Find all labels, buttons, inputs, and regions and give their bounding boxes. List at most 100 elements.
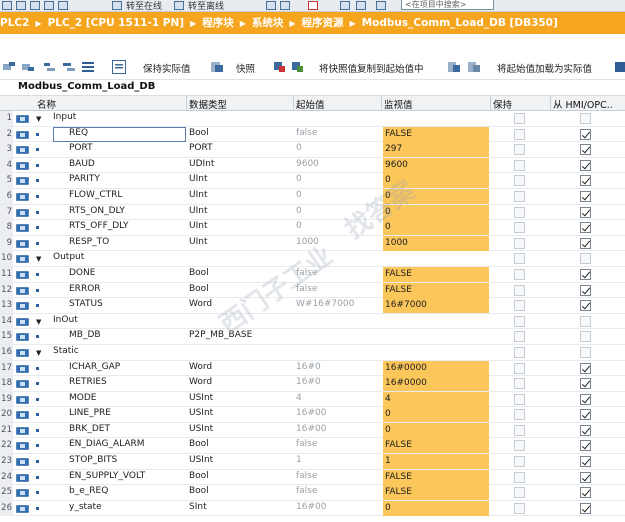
row-start-value[interactable]: false xyxy=(296,486,317,496)
hmi-accessible-checkbox[interactable] xyxy=(580,346,591,358)
hmi-accessible-checkbox[interactable] xyxy=(580,487,591,499)
row-name[interactable]: STATUS xyxy=(69,299,103,309)
retain-checkbox[interactable] xyxy=(514,175,525,187)
row-monitor-value[interactable]: 16#0000 xyxy=(383,376,489,392)
breadcrumb-item-system-blocks[interactable]: 系统块 xyxy=(252,12,284,34)
row-data-type[interactable]: UInt xyxy=(189,206,207,216)
row-monitor-value[interactable] xyxy=(383,329,489,344)
table-row[interactable]: 21 BRK_DET USInt 16#00 0 xyxy=(0,422,625,439)
project-search-input[interactable]: <在项目中搜索> xyxy=(401,0,494,10)
row-name[interactable]: PORT xyxy=(69,143,93,153)
row-start-value[interactable]: 16#0 xyxy=(296,377,321,387)
copy-snapshot-start-icon[interactable] xyxy=(292,62,304,72)
compile-icon[interactable] xyxy=(30,1,40,10)
row-name[interactable]: ICHAR_GAP xyxy=(69,362,120,372)
row-data-type[interactable]: UInt xyxy=(189,221,207,231)
row-data-type[interactable]: Bool xyxy=(189,128,209,138)
table-row[interactable]: 1 ▼ Input xyxy=(0,111,625,127)
row-data-type[interactable]: USInt xyxy=(189,424,213,434)
breadcrumb-item-program-resources[interactable]: 程序资源 xyxy=(302,12,344,34)
row-data-type[interactable]: USInt xyxy=(189,455,213,465)
retain-checkbox[interactable] xyxy=(514,440,525,452)
row-data-type[interactable]: UInt xyxy=(189,174,207,184)
row-start-value[interactable]: 1000 xyxy=(296,237,319,247)
row-monitor-value[interactable]: 0 xyxy=(383,188,489,204)
load-icon[interactable] xyxy=(615,62,625,72)
row-start-value[interactable]: W#16#7000 xyxy=(296,299,354,309)
retain-checkbox[interactable] xyxy=(514,128,525,140)
hmi-accessible-checkbox[interactable] xyxy=(580,222,591,234)
snapshot-button[interactable]: 快照 xyxy=(236,61,255,75)
hmi-accessible-checkbox[interactable] xyxy=(580,268,591,280)
row-start-value[interactable]: 0 xyxy=(296,174,302,184)
row-name[interactable]: Static xyxy=(53,346,79,356)
row-data-type[interactable]: UInt xyxy=(189,190,207,200)
list-view-icon[interactable] xyxy=(82,62,94,72)
col-divider[interactable] xyxy=(490,96,491,111)
split-editor-icon[interactable] xyxy=(340,1,350,10)
row-name[interactable]: RTS_OFF_DLY xyxy=(69,221,129,231)
row-monitor-value[interactable]: 16#7000 xyxy=(383,298,489,314)
retain-checkbox[interactable] xyxy=(514,502,525,514)
row-monitor-value[interactable]: 4 xyxy=(383,391,489,407)
row-monitor-value[interactable] xyxy=(383,314,489,329)
retain-checkbox[interactable] xyxy=(514,206,525,218)
table-row[interactable]: 9 RESP_TO UInt 1000 1000 xyxy=(0,235,625,252)
row-monitor-value[interactable]: FALSE xyxy=(383,282,489,298)
row-monitor-value[interactable]: 1 xyxy=(383,454,489,470)
row-monitor-value[interactable] xyxy=(383,111,489,126)
row-name[interactable]: RTS_ON_DLY xyxy=(69,206,125,216)
go-offline-button[interactable]: 转至离线 xyxy=(188,0,224,11)
row-data-type[interactable]: Bool xyxy=(189,284,209,294)
hmi-accessible-checkbox[interactable] xyxy=(580,424,591,436)
table-row[interactable]: 19 MODE USInt 4 4 xyxy=(0,391,625,408)
row-start-value[interactable]: 0 xyxy=(296,143,302,153)
retain-checkbox[interactable] xyxy=(514,424,525,436)
row-monitor-value[interactable]: 297 xyxy=(383,142,489,158)
go-offline-icon[interactable] xyxy=(174,1,184,10)
hmi-accessible-checkbox[interactable] xyxy=(580,502,591,514)
row-start-value[interactable]: false xyxy=(296,284,317,294)
row-start-value[interactable]: false xyxy=(296,471,317,481)
collapse-triangle-icon[interactable]: ▼ xyxy=(36,349,41,357)
hmi-accessible-checkbox[interactable] xyxy=(580,128,591,140)
retain-checkbox[interactable] xyxy=(514,487,525,499)
row-monitor-value[interactable] xyxy=(383,251,489,266)
table-row[interactable]: 3 PORT PORT 0 297 xyxy=(0,142,625,158)
hmi-accessible-checkbox[interactable] xyxy=(580,362,591,374)
row-start-value[interactable]: 16#00 xyxy=(296,502,326,512)
row-monitor-value[interactable]: FALSE xyxy=(383,485,489,501)
row-start-value[interactable]: 1 xyxy=(296,455,302,465)
hmi-accessible-checkbox[interactable] xyxy=(580,253,591,265)
cross-reference-icon[interactable] xyxy=(280,1,290,10)
row-data-type[interactable]: P2P_MB_BASE xyxy=(189,330,252,340)
hmi-accessible-checkbox[interactable] xyxy=(580,315,591,327)
collapse-all-icon[interactable] xyxy=(63,62,75,72)
col-header-retain[interactable]: 保持 xyxy=(493,97,512,111)
row-name[interactable]: BRK_DET xyxy=(69,424,110,434)
table-row[interactable]: 23 STOP_BITS USInt 1 1 xyxy=(0,454,625,470)
hmi-accessible-checkbox[interactable] xyxy=(580,284,591,296)
monitor-all-icon[interactable] xyxy=(112,60,126,74)
row-name[interactable]: RESP_TO xyxy=(69,237,109,247)
hmi-accessible-checkbox[interactable] xyxy=(580,378,591,390)
row-monitor-value[interactable]: 9600 xyxy=(383,157,489,173)
row-name[interactable]: RETRIES xyxy=(69,377,107,387)
snapshot-icon[interactable] xyxy=(211,62,223,72)
hmi-accessible-checkbox[interactable] xyxy=(580,409,591,421)
row-data-type[interactable]: Bool xyxy=(189,268,209,278)
hmi-accessible-checkbox[interactable] xyxy=(580,175,591,187)
table-row[interactable]: 13 STATUS Word W#16#7000 16#7000 xyxy=(0,298,625,314)
hmi-accessible-checkbox[interactable] xyxy=(580,440,591,452)
retain-checkbox[interactable] xyxy=(514,331,525,343)
table-row[interactable]: 7 RTS_ON_DLY UInt 0 0 xyxy=(0,204,625,221)
breadcrumb-item-plc2[interactable]: PLC2 xyxy=(0,12,29,34)
row-start-value[interactable]: 0 xyxy=(296,190,302,200)
row-data-type[interactable]: Word xyxy=(189,299,212,309)
row-monitor-value[interactable]: 16#0000 xyxy=(383,360,489,376)
table-row[interactable]: 2 REQ Bool false FALSE xyxy=(0,126,625,143)
hmi-accessible-checkbox[interactable] xyxy=(580,331,591,343)
hmi-accessible-checkbox[interactable] xyxy=(580,471,591,483)
save-icon[interactable] xyxy=(2,1,12,10)
retain-checkbox[interactable] xyxy=(514,393,525,405)
